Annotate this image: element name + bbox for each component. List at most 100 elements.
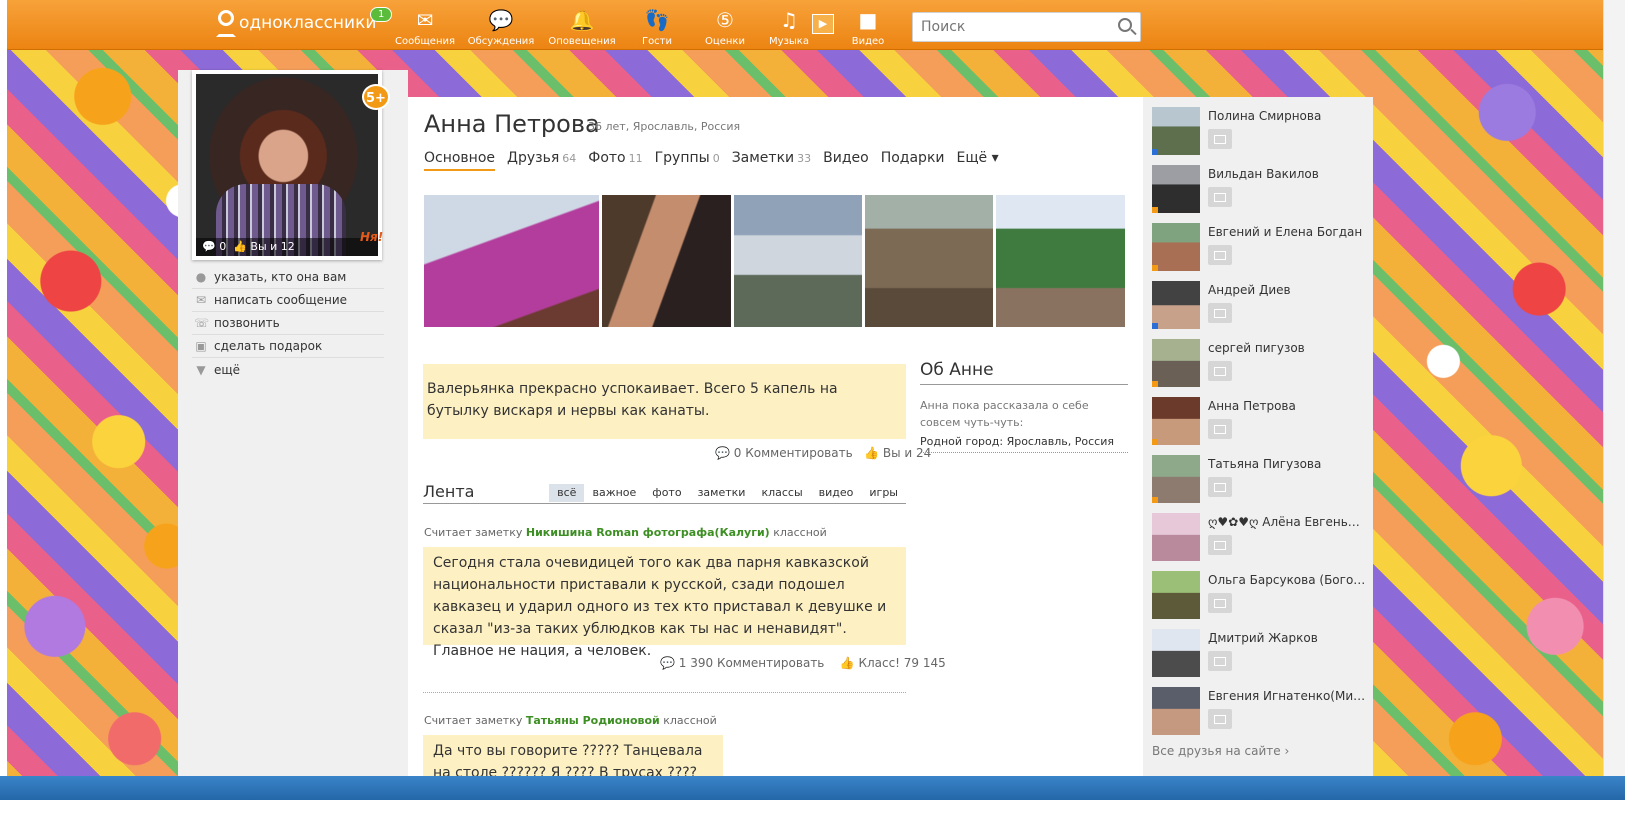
action-relationship[interactable]: ● указать, кто она вам bbox=[192, 266, 384, 289]
message-icon[interactable] bbox=[1208, 709, 1232, 729]
nav-ratings-label: Оценки bbox=[705, 36, 745, 47]
post-meta: 💬 1 390 Комментировать 👍 Класс! 79 145 bbox=[660, 656, 946, 670]
message-icon[interactable] bbox=[1208, 361, 1232, 381]
friend-avatar[interactable] bbox=[1152, 339, 1200, 387]
friend-avatar[interactable] bbox=[1152, 455, 1200, 503]
friend-item[interactable]: Вильдан Вакилов bbox=[1152, 165, 1367, 217]
tab-groups[interactable]: Группы 0 bbox=[655, 150, 720, 171]
message-icon[interactable] bbox=[1208, 419, 1232, 439]
message-icon[interactable] bbox=[1208, 245, 1232, 265]
friend-name[interactable]: Татьяна Пигузова bbox=[1208, 457, 1366, 471]
avatar-card[interactable]: 💬 0 👍 Вы и 12 bbox=[192, 70, 382, 260]
status-comments-link[interactable]: 0 Комментировать bbox=[734, 446, 853, 460]
action-more[interactable]: ▼ ещё bbox=[192, 358, 384, 381]
feed-post[interactable]: Сегодня стала очевидицей того как два па… bbox=[423, 547, 906, 659]
tab-photos[interactable]: Фото 11 bbox=[588, 150, 642, 171]
friend-item[interactable]: Дмитрий Жарков bbox=[1152, 629, 1367, 681]
friend-name[interactable]: Анна Петрова bbox=[1208, 399, 1366, 413]
tab-notes[interactable]: Заметки 33 bbox=[732, 150, 811, 171]
five-plus-badge[interactable]: 5+ bbox=[362, 84, 390, 110]
nav-ratings[interactable]: ⑤ Оценки bbox=[690, 8, 760, 47]
search-box[interactable] bbox=[912, 12, 1141, 42]
friend-avatar[interactable] bbox=[1152, 165, 1200, 213]
all-friends-link[interactable]: Все друзья на сайте › bbox=[1152, 744, 1289, 758]
message-icon[interactable] bbox=[1208, 651, 1232, 671]
post-comments-link[interactable]: 1 390 Комментировать bbox=[679, 656, 825, 670]
friend-name[interactable]: Ольга Барсукова (Богомо... bbox=[1208, 573, 1366, 587]
avatar-likes-count[interactable]: Вы и 12 bbox=[250, 240, 294, 253]
message-icon[interactable] bbox=[1208, 187, 1232, 207]
message-icon[interactable] bbox=[1208, 593, 1232, 613]
friend-item[interactable]: Евгений и Елена Богдан bbox=[1152, 223, 1367, 275]
action-label: позвонить bbox=[214, 316, 280, 330]
tab-friends[interactable]: Друзья 64 bbox=[507, 150, 576, 171]
friend-item[interactable]: Ольга Барсукова (Богомо... bbox=[1152, 571, 1367, 623]
friend-item[interactable]: Андрей Диев bbox=[1152, 281, 1367, 333]
friend-name[interactable]: Полина Смирнова bbox=[1208, 109, 1366, 123]
friend-avatar[interactable] bbox=[1152, 513, 1200, 561]
message-icon[interactable] bbox=[1208, 303, 1232, 323]
feed-byline: Считает заметку Татьяны Родионовой класс… bbox=[424, 714, 717, 727]
message-icon[interactable] bbox=[1208, 129, 1232, 149]
friend-avatar[interactable] bbox=[1152, 571, 1200, 619]
profile-photo-3[interactable] bbox=[734, 195, 862, 327]
nav-messages[interactable]: ✉ Сообщения bbox=[390, 8, 460, 47]
friend-avatar[interactable] bbox=[1152, 281, 1200, 329]
action-call[interactable]: ☏ позвонить bbox=[192, 312, 384, 335]
profile-photo-2[interactable] bbox=[602, 195, 731, 327]
nav-video[interactable]: ■ Видео bbox=[833, 8, 903, 47]
friend-name[interactable]: Дмитрий Жарков bbox=[1208, 631, 1366, 645]
byline-author-link[interactable]: Никишина Roman фотографа(Калуги) bbox=[526, 526, 770, 539]
tab-gifts[interactable]: Подарки bbox=[881, 150, 945, 171]
friend-name[interactable]: Андрей Диев bbox=[1208, 283, 1366, 297]
feed-tab-photo[interactable]: фото bbox=[644, 484, 689, 502]
message-icon[interactable] bbox=[1208, 477, 1232, 497]
friend-name[interactable]: Вильдан Вакилов bbox=[1208, 167, 1366, 181]
post-likes[interactable]: Класс! 79 145 bbox=[858, 656, 945, 670]
nav-discussions[interactable]: 💬 Обсуждения bbox=[466, 8, 536, 47]
friend-item[interactable]: сергей пигузов bbox=[1152, 339, 1367, 391]
search-icon[interactable] bbox=[1118, 18, 1132, 32]
nav-guests[interactable]: 👣 Гости bbox=[622, 8, 692, 47]
friend-item[interactable]: Татьяна Пигузова bbox=[1152, 455, 1367, 507]
nav-notifications[interactable]: 🔔 Оповещения bbox=[547, 8, 617, 47]
feed-tab-video[interactable]: видео bbox=[811, 484, 862, 502]
vertical-scrollbar[interactable] bbox=[1603, 0, 1625, 776]
friend-avatar[interactable] bbox=[1152, 629, 1200, 677]
action-gift[interactable]: ▣ сделать подарок bbox=[192, 335, 384, 358]
friend-avatar[interactable] bbox=[1152, 107, 1200, 155]
friend-item[interactable]: Евгения Игнатенко(Михай... bbox=[1152, 687, 1367, 739]
action-send-message[interactable]: ✉ написать сообщение bbox=[192, 289, 384, 312]
feed-tab-important[interactable]: важное bbox=[584, 484, 644, 502]
feed-tab-notes[interactable]: заметки bbox=[690, 484, 754, 502]
friend-name[interactable]: ღ♥✿♥ღ Алёна Евгеньевна... bbox=[1208, 515, 1366, 529]
tab-more[interactable]: Ещё ▾ bbox=[957, 150, 999, 171]
feed-tab-all[interactable]: всё bbox=[549, 484, 585, 502]
avatar[interactable] bbox=[196, 74, 378, 256]
tab-main[interactable]: Основное bbox=[424, 150, 496, 171]
friend-avatar[interactable] bbox=[1152, 397, 1200, 445]
feed-tab-games[interactable]: игры bbox=[861, 484, 906, 502]
tab-video[interactable]: Видео bbox=[823, 150, 869, 171]
friend-name[interactable]: сергей пигузов bbox=[1208, 341, 1366, 355]
play-icon[interactable]: ▶ bbox=[812, 14, 834, 34]
friend-item[interactable]: ღ♥✿♥ღ Алёна Евгеньевна... bbox=[1152, 513, 1367, 565]
search-input[interactable] bbox=[913, 13, 1103, 41]
friend-avatar[interactable] bbox=[1152, 223, 1200, 271]
friend-name[interactable]: Евгений и Елена Богдан bbox=[1208, 225, 1366, 239]
feed-post[interactable]: Да что вы говорите ????? Танцевала на ст… bbox=[423, 735, 723, 776]
avatar-comments-count[interactable]: 0 bbox=[219, 240, 226, 253]
profile-photo-4[interactable] bbox=[865, 195, 993, 327]
byline-author-link[interactable]: Татьяны Родионовой bbox=[526, 714, 660, 727]
feed-tab-likes[interactable]: классы bbox=[753, 484, 810, 502]
profile-photo-1[interactable] bbox=[424, 195, 599, 327]
friend-name[interactable]: Евгения Игнатенко(Михай... bbox=[1208, 689, 1366, 703]
friend-item[interactable]: Полина Смирнова bbox=[1152, 107, 1367, 159]
site-logo[interactable]: одноклассники bbox=[215, 10, 376, 37]
friend-item[interactable]: Анна Петрова bbox=[1152, 397, 1367, 449]
ok-logo-icon bbox=[215, 10, 236, 37]
friend-avatar[interactable] bbox=[1152, 687, 1200, 735]
profile-photo-5[interactable] bbox=[996, 195, 1125, 327]
tab-label: Основное bbox=[424, 150, 496, 166]
message-icon[interactable] bbox=[1208, 535, 1232, 555]
